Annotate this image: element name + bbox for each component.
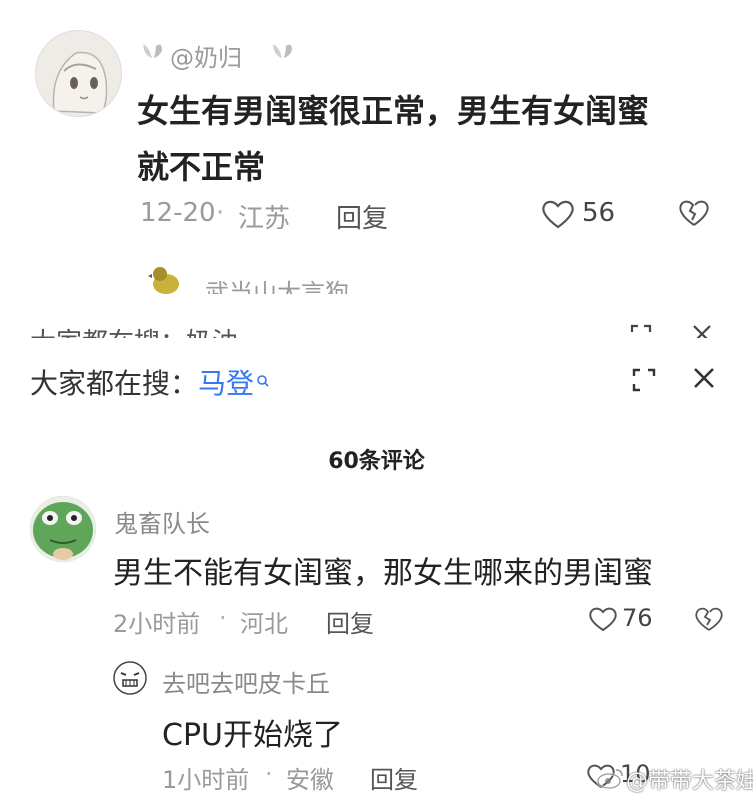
comment1-like-count: 56 — [582, 198, 616, 228]
reply1-time: 1小时前 — [162, 766, 250, 794]
search-bar-faded-text: 大家都在搜：奶油 — [30, 322, 238, 338]
separator-dot: · — [265, 760, 273, 788]
like-heart-icon[interactable] — [588, 605, 618, 633]
search-prefix: 大家都在搜： — [30, 367, 199, 400]
reply1-text: CPU开始烧了 — [162, 718, 343, 753]
search-term-link[interactable]: 马登 — [198, 367, 254, 400]
username-reply1[interactable]: 去吧去吧皮卡丘 — [162, 664, 330, 699]
comments-count-header: 60条评论 — [328, 449, 425, 474]
avatar-user1[interactable] — [35, 30, 122, 117]
comment2-text: 男生不能有女闺蜜，那女生哪来的男闺蜜 — [113, 556, 653, 591]
avatar-partial-reply — [148, 262, 182, 296]
comment1-date: 12-20 — [140, 198, 216, 228]
close-icon[interactable] — [690, 364, 718, 392]
search-bar[interactable]: 大家都在搜：马登 — [30, 362, 270, 402]
username-user1[interactable]: @奶归 — [170, 38, 242, 73]
search-bar-faded: 大家都在搜：奶油 — [30, 318, 730, 338]
username-user2[interactable]: 鬼畜队长 — [114, 504, 210, 539]
avatar-user2[interactable] — [30, 496, 96, 562]
reply1-reply-button[interactable]: 回复 — [370, 760, 418, 795]
frog-mask-avatar-icon — [30, 496, 96, 562]
dislike-broken-heart-icon[interactable] — [677, 198, 711, 228]
comment2-location: 河北 — [240, 610, 288, 638]
expand-icon[interactable] — [630, 366, 658, 394]
like-heart-icon[interactable] — [540, 198, 576, 230]
separator-dot: · — [219, 604, 227, 632]
username-decor-right-icon — [270, 40, 298, 60]
comment1-text-line1: 女生有男闺蜜很正常，男生有女闺蜜 — [137, 92, 650, 130]
comment1-location: 江苏 — [238, 204, 291, 234]
username-decor-left-icon — [140, 40, 168, 60]
comment2-time: 2小时前 — [113, 610, 201, 638]
comment2-reply-button[interactable]: 回复 — [326, 604, 374, 639]
partial-reply-text: 武当山大言狗 — [205, 279, 349, 294]
avatar-reply1[interactable] — [112, 660, 148, 696]
close-icon-faded — [690, 322, 714, 338]
meme-face-avatar-icon — [113, 661, 147, 695]
dislike-broken-heart-icon[interactable] — [694, 605, 724, 633]
comment1-text-line2: 就不正常 — [137, 148, 266, 186]
reply1-location: 安徽 — [286, 766, 334, 794]
watermark-text: @带带大茶娃 — [626, 769, 753, 794]
bird-icon — [148, 267, 179, 294]
separator-dot: · — [216, 198, 225, 228]
anime-girl-avatar-icon — [36, 31, 121, 116]
comment2-like-count: 76 — [622, 604, 653, 632]
comment1-reply-button[interactable]: 回复 — [336, 198, 388, 235]
search-icon — [256, 362, 270, 395]
weibo-logo-icon — [596, 766, 624, 790]
expand-icon-faded — [628, 322, 654, 338]
